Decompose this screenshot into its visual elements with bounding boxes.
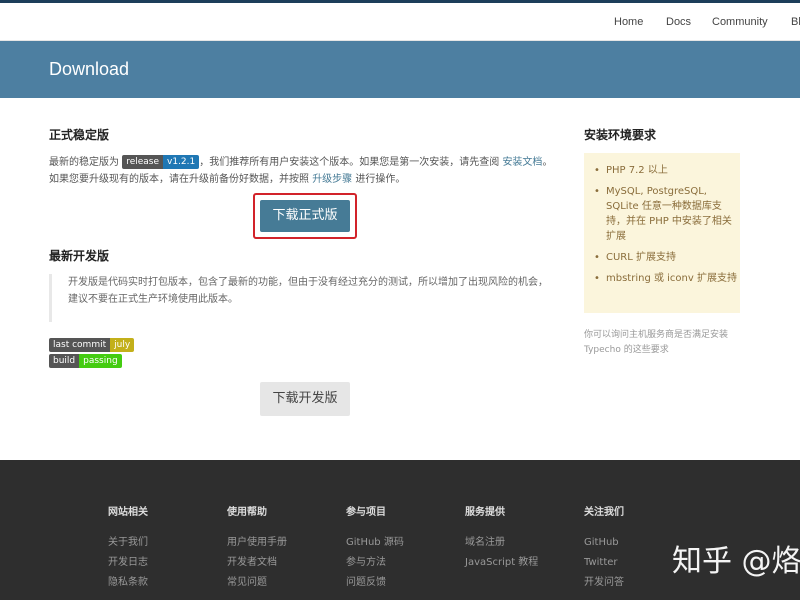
upgrade-text-before: 如果您要升级现有的版本，请在升级前备份好数据，并按照 — [49, 174, 313, 185]
build-badge-value: passing — [79, 354, 122, 368]
stable-section-title: 正式稳定版 — [49, 128, 110, 142]
footer-link[interactable]: 问题反馈 — [346, 573, 404, 593]
last-commit-badge-label: last commit — [49, 338, 111, 352]
footer-column-title: 网站相关 — [108, 507, 148, 518]
requirement-item: MySQL, PostgreSQL, SQLite 任意一种数据库支持，并在 P… — [592, 184, 740, 244]
last-commit-badge: last commit july — [49, 338, 135, 352]
footer-column-title: 使用帮助 — [227, 507, 267, 518]
footer-column-project: 参与项目 GitHub 源码 参与方法 问题反馈 — [346, 503, 404, 593]
nav-docs[interactable]: Docs — [666, 16, 691, 28]
requirement-item: mbstring 或 iconv 扩展支持 — [592, 271, 740, 286]
footer-link[interactable]: 开发日志 — [108, 553, 148, 573]
nav-blog[interactable]: Bl — [791, 16, 800, 28]
build-badge: build passing — [49, 354, 122, 368]
build-badge-label: build — [49, 354, 80, 368]
footer-link[interactable]: Twitter — [584, 553, 624, 573]
stable-text-before: 最新的稳定版为 — [49, 157, 123, 168]
requirements-box: PHP 7.2 以上 MySQL, PostgreSQL, SQLite 任意一… — [584, 153, 740, 313]
footer-column-title: 参与项目 — [346, 507, 386, 518]
requirements-list: PHP 7.2 以上 MySQL, PostgreSQL, SQLite 任意一… — [592, 163, 740, 286]
footer-link[interactable]: 开发者文档 — [227, 553, 287, 573]
footer-column-title: 关注我们 — [584, 507, 624, 518]
footer-link[interactable]: 隐私条款 — [108, 573, 148, 593]
page-title: Download — [49, 59, 130, 79]
footer-column-site: 网站相关 关于我们 开发日志 隐私条款 — [108, 503, 148, 593]
nav-home[interactable]: Home — [614, 16, 643, 28]
stable-text-after: ，我们推荐所有用户安装这个版本。如果您是第一次安装，请先查阅 — [199, 157, 503, 168]
release-badge-version: v1.2.1 — [163, 155, 200, 169]
footer-link[interactable]: 关于我们 — [108, 533, 148, 553]
footer-column-services: 服务提供 域名注册 JavaScript 教程 — [465, 503, 538, 573]
top-nav-bar: Home Docs Community Bl — [0, 0, 800, 41]
footer-column-follow: 关注我们 GitHub Twitter 开发问答 — [584, 503, 624, 593]
zhihu-watermark: 知乎 @烙 — [672, 544, 800, 579]
footer-link[interactable]: 用户使用手册 — [227, 533, 287, 553]
stable-text-end: 。 — [542, 157, 553, 168]
footer-link[interactable]: GitHub 源码 — [346, 533, 404, 553]
footer-link[interactable]: 开发问答 — [584, 573, 624, 593]
download-stable-button[interactable]: 下载正式版 — [260, 200, 350, 232]
footer-link[interactable]: 参与方法 — [346, 553, 404, 573]
dev-description: 开发版是代码实时打包版本，包含了最新的功能，但由于没有经过充分的测试，所以增加了… — [49, 274, 554, 322]
footer-column-help: 使用帮助 用户使用手册 开发者文档 常见问题 — [227, 503, 287, 593]
last-commit-badge-value: july — [110, 338, 135, 352]
upgrade-text-after: 进行操作。 — [352, 174, 406, 185]
footer-link[interactable]: GitHub — [584, 533, 624, 553]
footer-column-title: 服务提供 — [465, 507, 505, 518]
release-badge-label: release — [122, 155, 164, 169]
requirement-item: PHP 7.2 以上 — [592, 163, 740, 178]
nav-community[interactable]: Community — [712, 16, 768, 28]
footer-link[interactable]: JavaScript 教程 — [465, 553, 538, 573]
footer-link[interactable]: 常见问题 — [227, 573, 287, 593]
download-dev-button[interactable]: 下载开发版 — [260, 382, 350, 416]
install-doc-link[interactable]: 安装文档 — [502, 157, 542, 168]
upgrade-steps-link[interactable]: 升级步骤 — [312, 174, 352, 185]
stable-description: 最新的稳定版为 release v1.2.1 ，我们推荐所有用户安装这个版本。如果您… — [49, 154, 559, 188]
requirements-title: 安装环境要求 — [584, 128, 657, 142]
footer-link[interactable]: 域名注册 — [465, 533, 538, 553]
page-banner: Download — [0, 41, 800, 98]
release-badge: release v1.2.1 — [122, 155, 200, 169]
dev-section-title: 最新开发版 — [49, 249, 110, 263]
requirements-note: 你可以询问主机服务商是否满足安装 Typecho 的这些要求 — [584, 330, 729, 355]
site-footer: 网站相关 关于我们 开发日志 隐私条款 使用帮助 用户使用手册 开发者文档 常见… — [0, 460, 800, 600]
requirement-item: CURL 扩展支持 — [592, 250, 740, 265]
